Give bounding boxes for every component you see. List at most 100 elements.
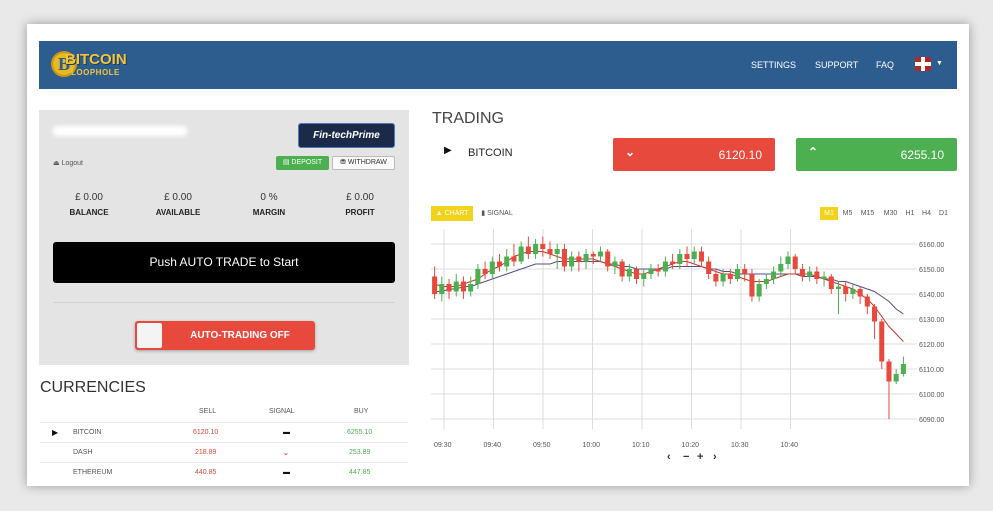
candle-body xyxy=(597,251,604,257)
candle-body xyxy=(496,261,503,267)
scroll-left-icon[interactable]: ‹ xyxy=(667,451,671,463)
logout-label: Logout xyxy=(61,160,83,167)
candle-body xyxy=(439,284,445,294)
nav-support[interactable]: SUPPORT xyxy=(815,60,858,70)
candle-body xyxy=(843,286,849,294)
scroll-right-icon[interactable]: › xyxy=(713,451,717,463)
stat-label: MARGIN xyxy=(252,208,286,217)
y-tick-label: 6120.00 xyxy=(919,342,944,349)
chevron-down-icon: ⌄ xyxy=(625,145,636,159)
timeframe-m1[interactable]: M1 xyxy=(820,207,838,220)
logout-icon: ⏏ xyxy=(53,160,60,167)
header-signal: SIGNAL xyxy=(269,408,295,415)
x-tick-label: 10:30 xyxy=(731,442,749,449)
timeframe-m30[interactable]: M30 xyxy=(881,207,900,220)
buy-button[interactable]: ⌃ 6255.10 xyxy=(796,138,957,171)
candle-body xyxy=(590,254,596,257)
toggle-knob[interactable] xyxy=(137,323,162,348)
stat-value: £ 0.00 xyxy=(164,192,192,203)
divider xyxy=(53,302,395,303)
candle-body xyxy=(540,244,546,249)
candle-body xyxy=(857,289,863,297)
sell-button[interactable]: ⌄ 6120.10 xyxy=(613,138,775,171)
buy-price-value: 6255.10 xyxy=(900,148,944,162)
candle-body xyxy=(727,274,733,279)
candle-body xyxy=(518,246,524,262)
sell-price: 440.85 xyxy=(195,469,217,476)
timeframe-h1[interactable]: H1 xyxy=(904,207,916,220)
timeframe-h4[interactable]: H4 xyxy=(920,207,933,220)
price-chart[interactable]: 09:30 09:40 09:50 10:00 10:10 10:20 10:30 10:40… xyxy=(427,229,967,454)
y-tick-label: 6100.00 xyxy=(919,392,944,399)
withdraw-button[interactable]: ⛃ WITHDRAW xyxy=(332,156,395,170)
candle-body xyxy=(698,251,704,262)
y-tick-label: 6150.00 xyxy=(919,267,944,274)
bitcoin-loophole-logo[interactable]: B BITCOIN LOOPHOLE xyxy=(51,49,127,81)
candle-body xyxy=(778,264,784,272)
candle-body xyxy=(677,254,683,264)
deposit-icon: ▤ xyxy=(282,159,290,166)
deposit-button[interactable]: ▤ DEPOSIT xyxy=(276,156,329,170)
selected-arrow-icon: ▶ xyxy=(52,428,59,437)
app-window: B BITCOIN LOOPHOLE SETTINGS SUPPORT FAQ … xyxy=(27,24,969,486)
candle-body xyxy=(648,269,654,274)
logo-main-text: BITCOIN xyxy=(65,51,127,68)
candle-body xyxy=(533,244,539,254)
buy-price: 253.89 xyxy=(349,449,371,456)
logout-link[interactable]: ⏏ Logout xyxy=(53,159,83,167)
fintech-prime-badge[interactable]: Fin-techPrime xyxy=(298,123,395,148)
auto-trading-toggle[interactable]: AUTO-TRADING OFF xyxy=(135,321,315,350)
table-row[interactable]: ETHEREUM 440.85 ▬ 447.85 xyxy=(40,462,408,482)
play-icon[interactable]: ▶ xyxy=(444,145,452,156)
candle-body xyxy=(864,296,870,307)
candle-body xyxy=(655,269,661,272)
candle-body xyxy=(814,271,820,279)
candle-body xyxy=(605,251,611,267)
sell-price: 6120.10 xyxy=(193,429,219,436)
stat-label: BALANCE xyxy=(69,208,109,217)
candle-body xyxy=(713,274,719,282)
candle-body xyxy=(641,274,647,279)
x-tick-label: 10:20 xyxy=(682,442,700,449)
candle-body xyxy=(547,249,553,254)
candle-body xyxy=(576,256,582,262)
tab-chart[interactable]: ▲ CHART xyxy=(431,206,473,221)
candle-body xyxy=(763,279,769,284)
x-tick-label: 09:40 xyxy=(484,442,502,449)
candle-body xyxy=(771,271,777,279)
buy-price: 6255.10 xyxy=(347,429,373,436)
y-tick-label: 6090.00 xyxy=(919,417,944,424)
tab-signal[interactable]: ▮ SIGNAL xyxy=(477,206,517,221)
signal-bars-icon: ▮ xyxy=(481,210,486,217)
timeframe-m15[interactable]: M15 xyxy=(858,207,877,220)
candle-body xyxy=(525,246,531,254)
stat-margin: 0 % MARGIN xyxy=(229,192,309,217)
chart-tab-label: CHART xyxy=(444,210,469,217)
table-row[interactable]: DASH 218.89 ⌄ 253.89 xyxy=(40,442,408,462)
sell-price-value: 6120.10 xyxy=(718,148,762,162)
candle-body xyxy=(785,256,791,264)
y-tick-label: 6140.00 xyxy=(919,292,944,299)
uk-flag-icon[interactable] xyxy=(915,57,931,71)
push-auto-trade-button[interactable]: Push AUTO TRADE to Start xyxy=(53,242,395,283)
table-row[interactable]: ▶ BITCOIN 6120.10 ▬ 6255.10 xyxy=(40,422,408,442)
candle-body xyxy=(828,276,834,289)
timeframe-m5[interactable]: M5 xyxy=(840,207,855,220)
logo-sub-text: LOOPHOLE xyxy=(71,68,120,77)
top-navbar: B BITCOIN LOOPHOLE SETTINGS SUPPORT FAQ … xyxy=(39,41,957,89)
candle-body xyxy=(879,321,885,362)
stat-available: £ 0.00 AVAILABLE xyxy=(138,192,218,217)
nav-faq[interactable]: FAQ xyxy=(876,60,894,70)
language-caret-icon[interactable]: ▼ xyxy=(936,60,943,67)
stat-label: PROFIT xyxy=(345,208,375,217)
candle-body xyxy=(821,276,827,279)
candle-body xyxy=(554,249,560,254)
x-tick-label: 09:50 xyxy=(533,442,551,449)
trading-title: TRADING xyxy=(432,110,504,127)
nav-settings[interactable]: SETTINGS xyxy=(751,60,796,70)
zoom-out-icon[interactable]: − xyxy=(683,451,689,463)
timeframe-d1[interactable]: D1 xyxy=(937,207,950,220)
stat-label: AVAILABLE xyxy=(155,208,201,217)
signal-neutral-icon: ▬ xyxy=(283,429,290,436)
zoom-in-icon[interactable]: + xyxy=(697,451,703,463)
